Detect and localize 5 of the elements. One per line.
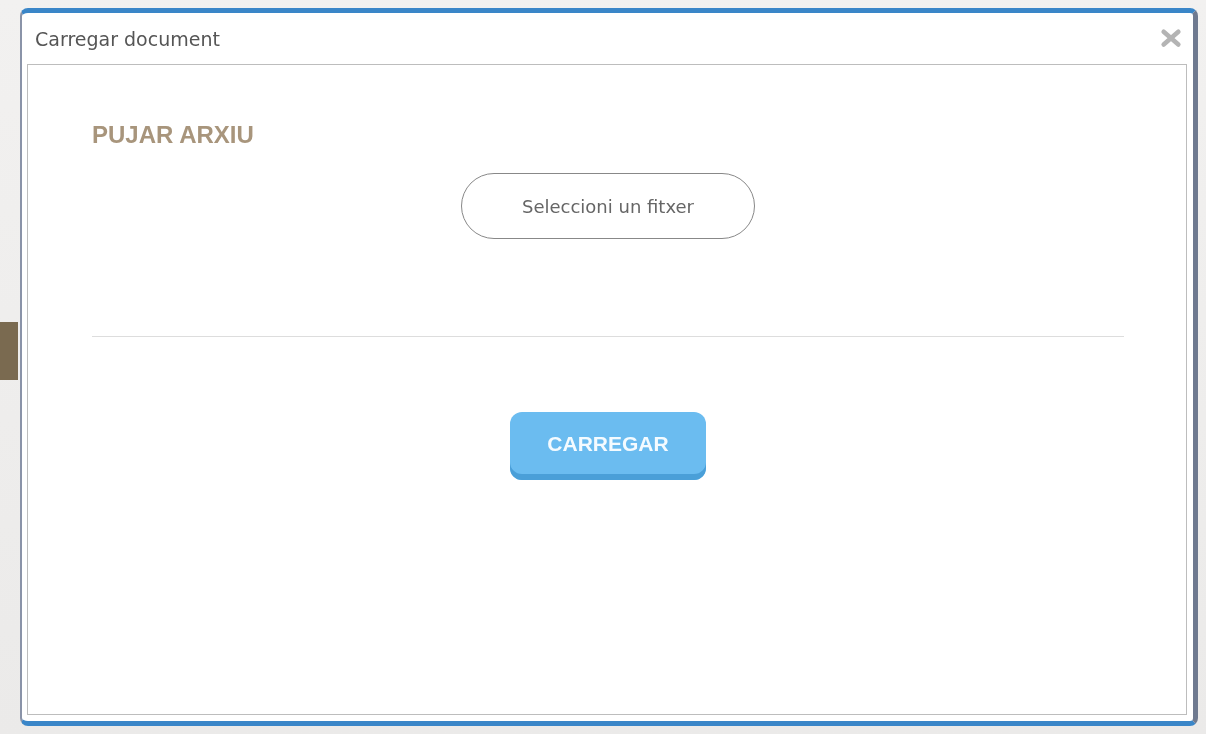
dialog-title: Carregar document [35, 27, 220, 50]
close-icon[interactable] [1159, 27, 1183, 50]
file-select-button[interactable]: Seleccioni un fitxer [461, 173, 755, 239]
page-button-fragment [0, 322, 18, 380]
section-heading: PUJAR ARXIU [92, 121, 255, 149]
